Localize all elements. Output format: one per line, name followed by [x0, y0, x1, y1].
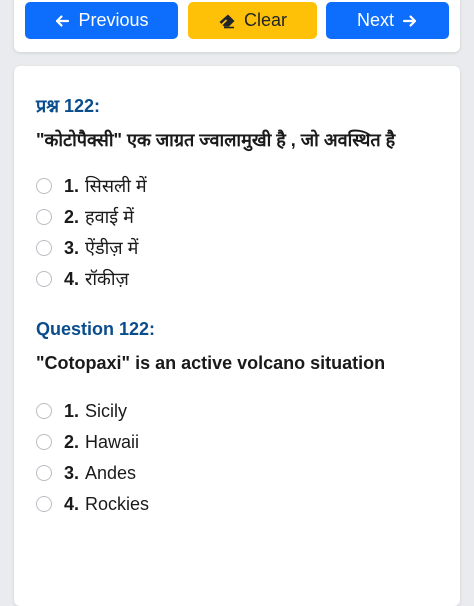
option-text: ऐंडीज़ में [85, 238, 139, 258]
next-button-label: Next [356, 10, 394, 30]
radio-button[interactable] [36, 209, 52, 225]
english-question-label: Question 122: [36, 319, 156, 339]
english-option-4[interactable]: 4. Rockies [36, 492, 149, 516]
option-number: 2. [64, 431, 80, 452]
clear-button-label: Clear [243, 10, 287, 30]
previous-button[interactable]: Previous [25, 2, 178, 39]
hindi-question-text: "कोटोपैक्सी" एक जाग्रत ज्वालामुखी है , ज… [36, 130, 396, 150]
arrow-right-icon [402, 13, 418, 29]
hindi-option-2[interactable]: 2. हवाई में [36, 205, 134, 229]
hindi-option-3[interactable]: 3. ऐंडीज़ में [36, 236, 138, 260]
hindi-option-1[interactable]: 1. सिसली में [36, 174, 147, 198]
option-text: रॉकीज़ [85, 269, 129, 289]
radio-button[interactable] [36, 240, 52, 256]
eraser-icon [218, 13, 236, 29]
option-text: हवाई में [85, 207, 134, 227]
option-number: 4. [64, 268, 80, 289]
radio-button[interactable] [36, 434, 52, 450]
question-card: प्रश्न 122: "कोटोपैक्सी" एक जाग्रत ज्वाल… [14, 66, 460, 606]
option-number: 1. [64, 400, 80, 421]
english-question-text: "Cotopaxi" is an active volcano situatio… [36, 353, 386, 373]
option-text: Hawaii [85, 431, 140, 452]
radio-button[interactable] [36, 178, 52, 194]
arrow-left-icon [54, 13, 70, 29]
option-number: 1. [64, 175, 80, 196]
option-number: 4. [64, 493, 80, 514]
english-option-1[interactable]: 1. Sicily [36, 399, 127, 423]
hindi-question-label: प्रश्न 122: [36, 96, 100, 116]
next-button[interactable]: Next [326, 2, 449, 39]
option-text: Sicily [85, 400, 128, 421]
radio-button[interactable] [36, 403, 52, 419]
english-option-3[interactable]: 3. Andes [36, 461, 136, 485]
option-text: Andes [85, 462, 137, 483]
option-number: 3. [64, 462, 80, 483]
radio-button[interactable] [36, 496, 52, 512]
option-text: Rockies [85, 493, 150, 514]
previous-button-label: Previous [78, 10, 149, 30]
option-number: 3. [64, 237, 80, 258]
english-option-2[interactable]: 2. Hawaii [36, 430, 139, 454]
option-text: सिसली में [85, 176, 147, 196]
hindi-option-4[interactable]: 4. रॉकीज़ [36, 267, 129, 291]
radio-button[interactable] [36, 271, 52, 287]
radio-button[interactable] [36, 465, 52, 481]
option-number: 2. [64, 206, 80, 227]
clear-button[interactable]: Clear [188, 2, 317, 39]
